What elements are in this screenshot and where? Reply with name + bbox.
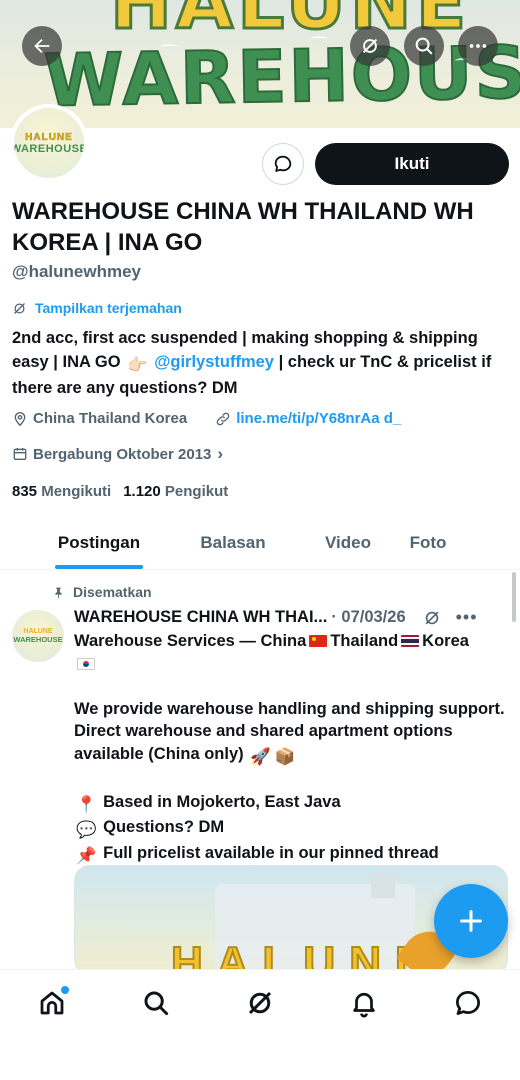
post-line: 📌 Full pricelist available in our pinned… xyxy=(74,842,510,868)
nav-home[interactable] xyxy=(35,986,69,1020)
avatar-text-top: HALUNE xyxy=(25,131,73,143)
location-pin-icon xyxy=(14,411,26,426)
more-icon xyxy=(469,44,487,48)
grok-icon xyxy=(248,991,272,1015)
location-pin-emoji: 📍 xyxy=(76,795,97,814)
post-line-text: Based in Mojokerto, East Java xyxy=(103,792,341,811)
search-button[interactable] xyxy=(404,26,444,66)
search-icon xyxy=(415,37,433,55)
grok-icon xyxy=(362,38,378,54)
speech-bubble-emoji: 💬 xyxy=(76,821,97,839)
post-line: 📍 Based in Mojokerto, East Java xyxy=(74,791,510,817)
pin-icon xyxy=(55,587,62,598)
post-line: 💬 Questions? DM xyxy=(74,816,510,842)
post-more-icon[interactable]: ••• xyxy=(456,607,478,628)
profile-tabs: Postingan Balasan Video Foto xyxy=(0,517,520,570)
grok-button[interactable] xyxy=(350,26,390,66)
arrow-left-icon xyxy=(34,38,50,54)
tab-label: Video xyxy=(325,533,371,552)
post-line: Warehouse Services — China Thailand Korea xyxy=(74,630,510,675)
compose-button[interactable] xyxy=(434,884,508,958)
post-text: Warehouse Services — China Thailand Korea … xyxy=(74,630,510,867)
post-header: WAREHOUSE CHINA WH THAI... · 07/03/26 ••… xyxy=(74,607,514,628)
follow-stats: 835 Mengikuti 1.120 Pengikut xyxy=(12,483,228,500)
post-line: We provide warehouse handling and shippi… xyxy=(74,698,510,769)
following-count: 835 xyxy=(12,483,38,500)
china-flag-icon xyxy=(309,635,328,647)
link-icon xyxy=(216,412,230,425)
banner-brand-main: WAREHOUSE xyxy=(42,28,520,123)
post-line-text: Warehouse Services — China xyxy=(74,632,307,650)
post-line-text: Questions? DM xyxy=(103,818,225,836)
avatar-text-main: WAREHOUSE xyxy=(10,142,88,155)
profile-banner[interactable]: HALUNE WAREHOUSE xyxy=(0,0,520,128)
followers-stat[interactable]: 1.120 Pengikut xyxy=(123,483,228,500)
media-chimney-shape xyxy=(371,872,395,898)
pointing-hand-emoji: 👉🏻 xyxy=(127,355,148,374)
nav-grok[interactable] xyxy=(243,986,277,1020)
nav-notifications[interactable] xyxy=(347,986,381,1020)
pinned-indicator: Disematkan xyxy=(52,584,152,600)
nav-search[interactable] xyxy=(139,986,173,1020)
tab-replies[interactable]: Balasan xyxy=(198,517,268,569)
pushpin-emoji: 📌 xyxy=(76,846,97,865)
active-tab-indicator xyxy=(55,565,143,569)
followers-count: 1.120 xyxy=(123,483,161,500)
profile-handle: @halunewhmey xyxy=(12,262,141,281)
banner-bird xyxy=(160,44,178,50)
following-label: Mengikuti xyxy=(41,483,112,500)
korea-flag-icon xyxy=(77,657,95,670)
message-button[interactable] xyxy=(262,143,304,185)
plus-icon xyxy=(460,910,482,932)
profile-avatar[interactable]: HALUNE WAREHOUSE xyxy=(10,104,88,182)
display-name: WAREHOUSE CHINA WH THAILAND WH KOREA | I… xyxy=(12,198,474,256)
pinned-label: Disematkan xyxy=(73,584,152,600)
followers-label: Pengikut xyxy=(164,483,229,500)
translate-label: Tampilkan terjemahan xyxy=(35,300,182,316)
grok-icon xyxy=(14,302,25,314)
rocket-emoji: 🚀 xyxy=(250,747,271,766)
bottom-navigation xyxy=(0,969,520,1080)
avatar-text-main: WAREHOUSE xyxy=(13,635,63,644)
banner-bird xyxy=(310,36,328,42)
following-stat[interactable]: 835 Mengikuti xyxy=(12,483,111,500)
bio-mention-link[interactable]: @girlystuffmey xyxy=(154,353,274,371)
nav-messages[interactable] xyxy=(451,986,485,1020)
tab-video[interactable]: Video xyxy=(268,517,428,569)
post-line-text: Thailand xyxy=(330,632,399,650)
post-author-name[interactable]: WAREHOUSE CHINA WH THAI... xyxy=(74,608,327,627)
package-emoji: 📦 xyxy=(274,747,296,766)
bell-icon xyxy=(353,992,375,1018)
thailand-flag-icon xyxy=(401,635,420,647)
post-author-avatar[interactable]: HALUNE WAREHOUSE xyxy=(12,610,64,662)
back-button[interactable] xyxy=(22,26,62,66)
scrollbar[interactable] xyxy=(512,572,516,622)
tab-label: Postingan xyxy=(57,533,141,552)
post-line-text: Full pricelist available in our pinned t… xyxy=(103,843,439,862)
translate-link[interactable]: Tampilkan terjemahan xyxy=(12,300,182,316)
chat-icon xyxy=(456,991,480,1015)
tab-label: Balasan xyxy=(200,533,266,552)
tab-label: Foto xyxy=(409,533,447,552)
post-line-text: Korea xyxy=(422,632,469,650)
follow-button[interactable]: Ikuti xyxy=(315,143,509,185)
message-icon xyxy=(274,155,292,172)
profile-joined-row[interactable]: Bergabung Oktober 2013 › xyxy=(12,444,223,464)
chevron-right-icon: › xyxy=(217,444,224,463)
calendar-icon xyxy=(13,448,27,460)
avatar-text-top: HALUNE xyxy=(23,628,53,635)
post-date[interactable]: · 07/03/26 xyxy=(331,608,405,627)
profile-location: China Thailand Korea xyxy=(33,410,188,427)
tab-posts[interactable]: Postingan xyxy=(0,517,198,569)
grok-icon[interactable] xyxy=(422,608,442,628)
profile-meta-row: China Thailand Korea line.me/ti/p/Y68nrA… xyxy=(12,410,401,427)
notification-dot xyxy=(61,986,69,994)
profile-link[interactable]: line.me/ti/p/Y68nrAa d_ xyxy=(236,410,401,427)
profile-bio: 2nd acc, first acc suspended | making sh… xyxy=(12,327,512,401)
search-icon xyxy=(144,991,169,1016)
profile-joined: Bergabung Oktober 2013 xyxy=(33,445,212,463)
more-button[interactable] xyxy=(458,26,498,66)
